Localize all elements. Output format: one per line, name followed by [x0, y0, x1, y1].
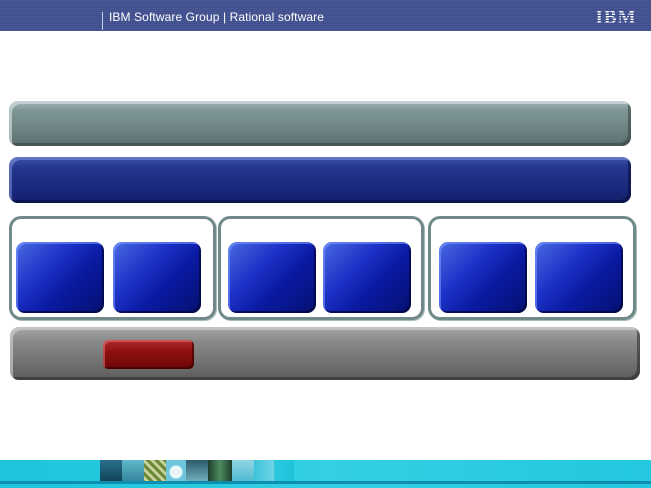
diagram-tile: [228, 242, 316, 313]
header-divider: [102, 12, 103, 30]
svg-text:IBM: IBM: [596, 7, 637, 26]
diagram-bar-middle: [9, 157, 631, 203]
diagram-red-block: [103, 340, 194, 369]
diagram-tile: [16, 242, 104, 313]
diagram-tile: [323, 242, 411, 313]
header-title: IBM Software Group | Rational software: [109, 10, 325, 24]
diagram-tile: [439, 242, 527, 313]
footer-rule: [0, 481, 651, 484]
header-bar: IBM Software Group | Rational software I…: [0, 0, 651, 31]
ibm-logo-icon: IBM: [596, 7, 637, 26]
diagram-bar-top: [9, 101, 631, 146]
diagram-tile: [535, 242, 623, 313]
diagram-tile: [113, 242, 201, 313]
